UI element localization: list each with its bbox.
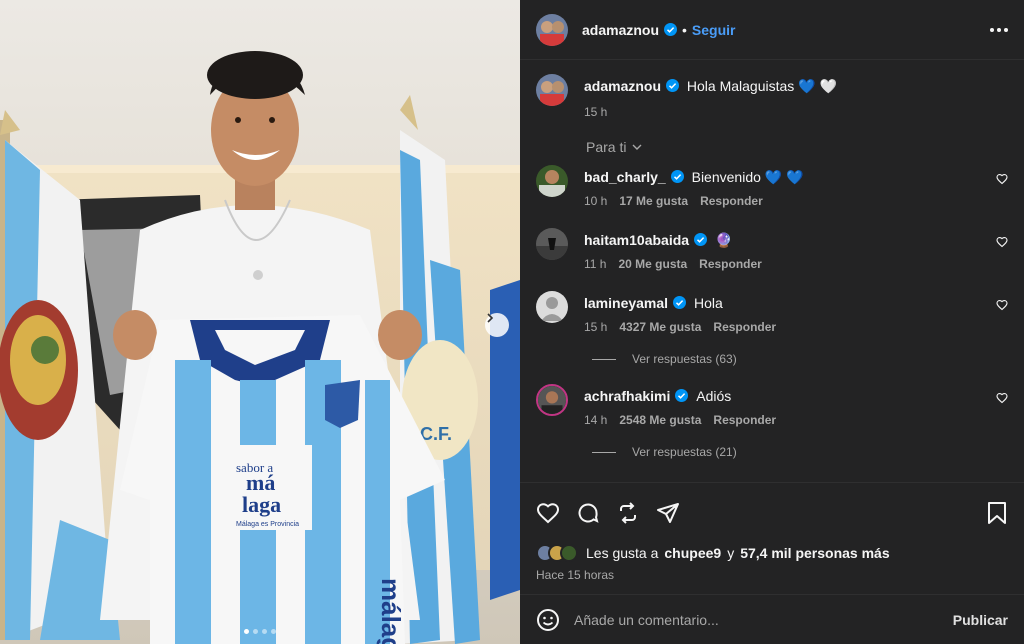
commenter-username[interactable]: lamineyamal — [584, 295, 668, 311]
carousel-dot — [244, 629, 249, 634]
comment-item: achrafhakimi Adiós 14 h 2548 Me gusta Re… — [536, 384, 1008, 427]
comment-likes[interactable]: 4327 Me gusta — [619, 320, 701, 334]
svg-text:málaga: málaga — [376, 578, 406, 644]
heart-icon[interactable] — [996, 173, 1008, 185]
comment-item: lamineyamal Hola 15 h 4327 Me gusta Resp… — [536, 291, 1008, 334]
separator-dot: • — [682, 21, 687, 38]
liker-avatars — [536, 544, 578, 562]
view-replies-button[interactable]: Ver respuestas (21) — [592, 445, 1008, 459]
view-replies-button[interactable]: Ver respuestas (63) — [592, 352, 1008, 366]
comment-meta: 11 h 20 Me gusta Responder — [584, 257, 762, 271]
filter-label: Para ti — [586, 139, 627, 155]
comment-meta: 10 h 17 Me gusta Responder — [584, 194, 804, 208]
replies-divider — [592, 358, 616, 360]
replies-divider — [592, 451, 616, 453]
instagram-post-view: C.F. sabor a má laga Málaga es Provincia… — [0, 0, 1024, 644]
heart-icon[interactable] — [996, 392, 1008, 404]
carousel-dot — [262, 629, 267, 634]
verified-icon — [670, 170, 684, 183]
commenter-avatar[interactable] — [536, 384, 568, 416]
verified-icon — [666, 79, 680, 92]
emoji-icon[interactable] — [536, 608, 560, 632]
add-comment-bar: Publicar — [520, 594, 1024, 644]
liker-avatar — [560, 544, 578, 562]
post-caption: adamaznou Hola Malaguistas 💙 🤍 15 h — [536, 74, 1008, 119]
likes-prefix: Les gusta a — [586, 545, 659, 561]
comment-time: 14 h — [584, 413, 608, 427]
verified-icon — [694, 233, 708, 246]
comment-likes[interactable]: 2548 Me gusta — [619, 413, 701, 427]
comment-likes[interactable]: 17 Me gusta — [619, 194, 688, 208]
carousel-dot — [271, 629, 276, 634]
reply-button[interactable]: Responder — [700, 194, 763, 208]
heart-icon[interactable] — [536, 501, 560, 525]
view-replies-label: Ver respuestas (21) — [632, 445, 737, 459]
heart-icon[interactable] — [996, 236, 1008, 248]
chevron-down-icon — [631, 141, 643, 153]
commenter-avatar[interactable] — [536, 291, 568, 323]
comment-text: Adiós — [696, 388, 732, 404]
svg-text:Málaga es Provincia: Málaga es Provincia — [236, 521, 299, 528]
commenter-username[interactable]: haitam10abaida — [584, 232, 689, 248]
publish-button[interactable]: Publicar — [953, 612, 1008, 628]
player-photo-illustration: C.F. sabor a má laga Málaga es Provincia… — [0, 0, 520, 644]
carousel-indicator — [0, 629, 520, 634]
more-options-icon[interactable] — [990, 27, 1008, 32]
follow-button[interactable]: Seguir — [692, 22, 736, 38]
post-header: adamaznou • Seguir — [520, 0, 1024, 60]
author-avatar[interactable] — [536, 13, 568, 46]
verified-icon — [664, 23, 678, 36]
caption-username[interactable]: adamaznou — [584, 78, 661, 94]
likes-suffix: y — [727, 545, 735, 561]
bookmark-icon[interactable] — [986, 501, 1008, 525]
heart-icon[interactable] — [996, 299, 1008, 311]
repost-icon[interactable] — [616, 501, 640, 525]
author-info: adamaznou • Seguir — [582, 22, 736, 38]
share-icon[interactable] — [656, 501, 680, 525]
caption-time: 15 h — [584, 105, 608, 119]
caption-text: Hola Malaguistas 💙 🤍 — [686, 78, 837, 94]
comment-likes[interactable]: 20 Me gusta — [618, 257, 687, 271]
commenter-username[interactable]: bad_charly_ — [584, 169, 666, 185]
reply-button[interactable]: Responder — [699, 257, 762, 271]
svg-text:laga: laga — [242, 492, 281, 517]
post-actions-bar — [520, 482, 1024, 542]
caption-meta: 15 h — [584, 105, 837, 119]
next-image-button[interactable] — [485, 313, 509, 337]
reply-button[interactable]: Responder — [713, 413, 776, 427]
comment-meta: 14 h 2548 Me gusta Responder — [584, 413, 776, 427]
verified-icon — [673, 296, 687, 309]
likes-count[interactable]: 57,4 mil personas más — [740, 545, 889, 561]
post-timestamp: Hace 15 horas — [536, 568, 615, 582]
commenter-avatar[interactable] — [536, 165, 568, 197]
commenter-username[interactable]: achrafhakimi — [584, 388, 670, 404]
caption-avatar[interactable] — [536, 74, 568, 106]
comment-input[interactable] — [574, 611, 939, 628]
comment-item: haitam10abaida 🔮 11 h 20 Me gusta Respon… — [536, 228, 1008, 271]
comment-time: 15 h — [584, 320, 608, 334]
comment-text: Hola — [693, 295, 723, 311]
carousel-dot — [253, 629, 258, 634]
likes-user[interactable]: chupee9 — [664, 545, 721, 561]
commenter-avatar[interactable] — [536, 228, 568, 260]
view-replies-label: Ver respuestas (63) — [632, 352, 737, 366]
likes-summary: Les gusta a chupee9 y 57,4 mil personas … — [520, 542, 1024, 564]
author-username[interactable]: adamaznou — [582, 22, 659, 38]
comment-item: bad_charly_ Bienvenido 💙 💙 10 h 17 Me gu… — [536, 165, 1008, 208]
verified-icon — [675, 389, 689, 402]
comment-time: 10 h — [584, 194, 608, 208]
comment-meta: 15 h 4327 Me gusta Responder — [584, 320, 776, 334]
comment-text: Bienvenido 💙 💙 — [691, 169, 804, 185]
post-side-panel: adamaznou • Seguir adamaznou Hola Malagu… — [520, 0, 1024, 644]
reply-button[interactable]: Responder — [713, 320, 776, 334]
comment-text: 🔮 — [714, 232, 733, 248]
comment-icon[interactable] — [576, 501, 600, 525]
comments-list: adamaznou Hola Malaguistas 💙 🤍 15 h Para… — [520, 60, 1024, 482]
comments-filter[interactable]: Para ti — [586, 139, 1008, 155]
comment-time: 11 h — [584, 257, 607, 271]
post-image[interactable]: C.F. sabor a má laga Málaga es Provincia… — [0, 0, 520, 644]
